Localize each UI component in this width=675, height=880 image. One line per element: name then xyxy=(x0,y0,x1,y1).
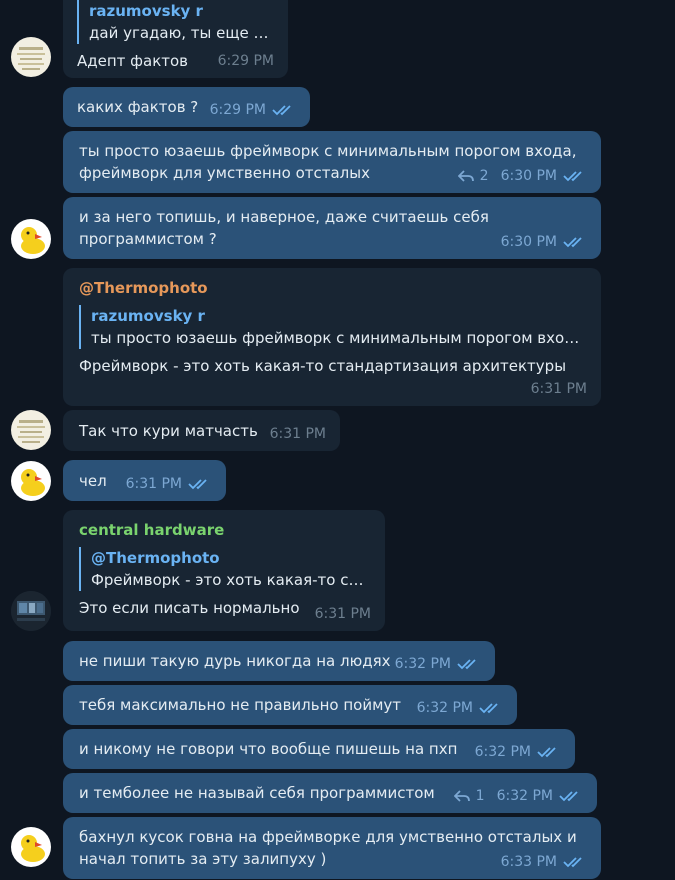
sender-name[interactable]: @Thermophoto xyxy=(79,277,585,299)
message-bubble[interactable]: razumovsky r дай угадаю, ты еще а... Аде… xyxy=(63,0,288,78)
avatar-razumovsky[interactable] xyxy=(11,37,51,77)
message-bubble[interactable]: тебя максимально не правильно поймут 6:3… xyxy=(63,685,517,725)
sender-name[interactable]: central hardware xyxy=(79,519,369,541)
double-check-icon xyxy=(563,171,582,182)
message-meta: 6:30 PM xyxy=(501,231,587,253)
message-meta: 1 6:32 PM xyxy=(453,785,583,807)
message-time: 6:31 PM xyxy=(125,476,182,492)
reply-arrow-icon xyxy=(457,170,474,182)
message-time: 6:29 PM xyxy=(209,102,266,118)
avatar-image xyxy=(17,420,45,443)
duck-icon xyxy=(21,469,45,496)
message-time: 6:33 PM xyxy=(500,854,557,870)
avatar-duck[interactable] xyxy=(11,827,51,867)
double-check-icon xyxy=(563,857,582,868)
message-meta: 6:29 PM xyxy=(218,50,274,72)
chat-history[interactable]: razumovsky r дай угадаю, ты еще а... Аде… xyxy=(0,0,675,880)
duck-icon xyxy=(21,227,45,254)
replies-count: 2 xyxy=(479,168,489,184)
reply-quote[interactable]: razumovsky r ты просто юзаешь фреймворк … xyxy=(79,305,585,349)
message-time: 6:31 PM xyxy=(530,381,587,397)
message-bubble[interactable]: не пиши такую дурь никогда на людях 6:32… xyxy=(63,641,495,681)
double-check-icon xyxy=(188,479,207,490)
message-meta: 6:32 PM xyxy=(395,653,481,675)
double-check-icon xyxy=(559,791,578,802)
message-time: 6:32 PM xyxy=(416,700,473,716)
replies-count: 1 xyxy=(475,788,485,804)
message-meta: 6:31 PM xyxy=(531,378,587,400)
reply-arrow-icon xyxy=(453,790,470,802)
double-check-icon xyxy=(537,747,556,758)
avatar-image xyxy=(17,47,45,70)
message-bubble[interactable]: и темболее не называй себя программистом… xyxy=(63,773,597,813)
reply-quote[interactable]: @Thermophoto Фреймворк - это хоть какая-… xyxy=(79,547,369,591)
avatar-razumovsky[interactable] xyxy=(11,410,51,450)
message-time: 6:32 PM xyxy=(474,744,531,760)
message-time: 6:32 PM xyxy=(394,656,451,672)
reply-author: @Thermophoto xyxy=(91,549,220,567)
message-meta: 6:31 PM xyxy=(315,603,371,625)
message-bubble[interactable]: ты просто юзаешь фреймворк с минимальным… xyxy=(63,131,601,193)
avatar-duck[interactable] xyxy=(11,219,51,259)
reply-text: дай угадаю, ты еще а... xyxy=(89,24,274,42)
message-bubble[interactable]: и за него топишь, и наверное, даже счита… xyxy=(63,197,601,259)
message-bubble[interactable]: central hardware @Thermophoto Фреймворк … xyxy=(63,510,385,631)
message-bubble[interactable]: @Thermophoto razumovsky r ты просто юзае… xyxy=(63,268,601,406)
avatar-image xyxy=(11,591,51,631)
message-time: 6:31 PM xyxy=(314,606,371,622)
replies-counter[interactable]: 2 xyxy=(457,165,489,187)
message-text: Фреймворк - это хоть какая-то стандартиз… xyxy=(79,357,567,375)
replies-counter[interactable]: 1 xyxy=(453,785,485,807)
message-time: 6:32 PM xyxy=(496,788,553,804)
message-meta: 2 6:30 PM xyxy=(457,165,587,187)
message-meta: 6:33 PM xyxy=(501,851,587,873)
double-check-icon xyxy=(272,105,291,116)
message-bubble[interactable]: и никому не говори что вообще пишешь на … xyxy=(63,729,575,769)
double-check-icon xyxy=(479,703,498,714)
message-time: 6:29 PM xyxy=(217,53,274,69)
message-bubble[interactable]: бахнул кусок говна на фреймворке для умс… xyxy=(63,817,601,879)
reply-text: Фреймворк - это хоть какая-то ста... xyxy=(91,571,369,589)
message-meta: 6:31 PM xyxy=(270,423,326,445)
message-bubble[interactable]: каких фактов ? 6:29 PM xyxy=(63,87,310,127)
message-time: 6:30 PM xyxy=(500,168,557,184)
avatar-duck[interactable] xyxy=(11,461,51,501)
message-bubble[interactable]: чел 6:31 PM xyxy=(63,460,226,501)
message-meta: 6:32 PM xyxy=(417,697,503,719)
reply-author: razumovsky r xyxy=(91,307,205,325)
reply-quote[interactable]: razumovsky r дай угадаю, ты еще а... xyxy=(77,0,274,44)
message-time: 6:30 PM xyxy=(500,234,557,250)
message-meta: 6:29 PM xyxy=(210,99,296,121)
duck-icon xyxy=(21,835,45,862)
message-time: 6:31 PM xyxy=(269,426,326,442)
double-check-icon xyxy=(457,659,476,670)
message-bubble[interactable]: Так что кури матчасть 6:31 PM xyxy=(63,410,340,451)
reply-author: razumovsky r xyxy=(89,2,203,20)
double-check-icon xyxy=(563,237,582,248)
message-meta: 6:32 PM xyxy=(475,741,561,763)
avatar-central-hardware[interactable] xyxy=(11,591,51,631)
message-meta: 6:31 PM xyxy=(126,473,212,495)
reply-text: ты просто юзаешь фреймворк с минимальным… xyxy=(91,329,585,347)
